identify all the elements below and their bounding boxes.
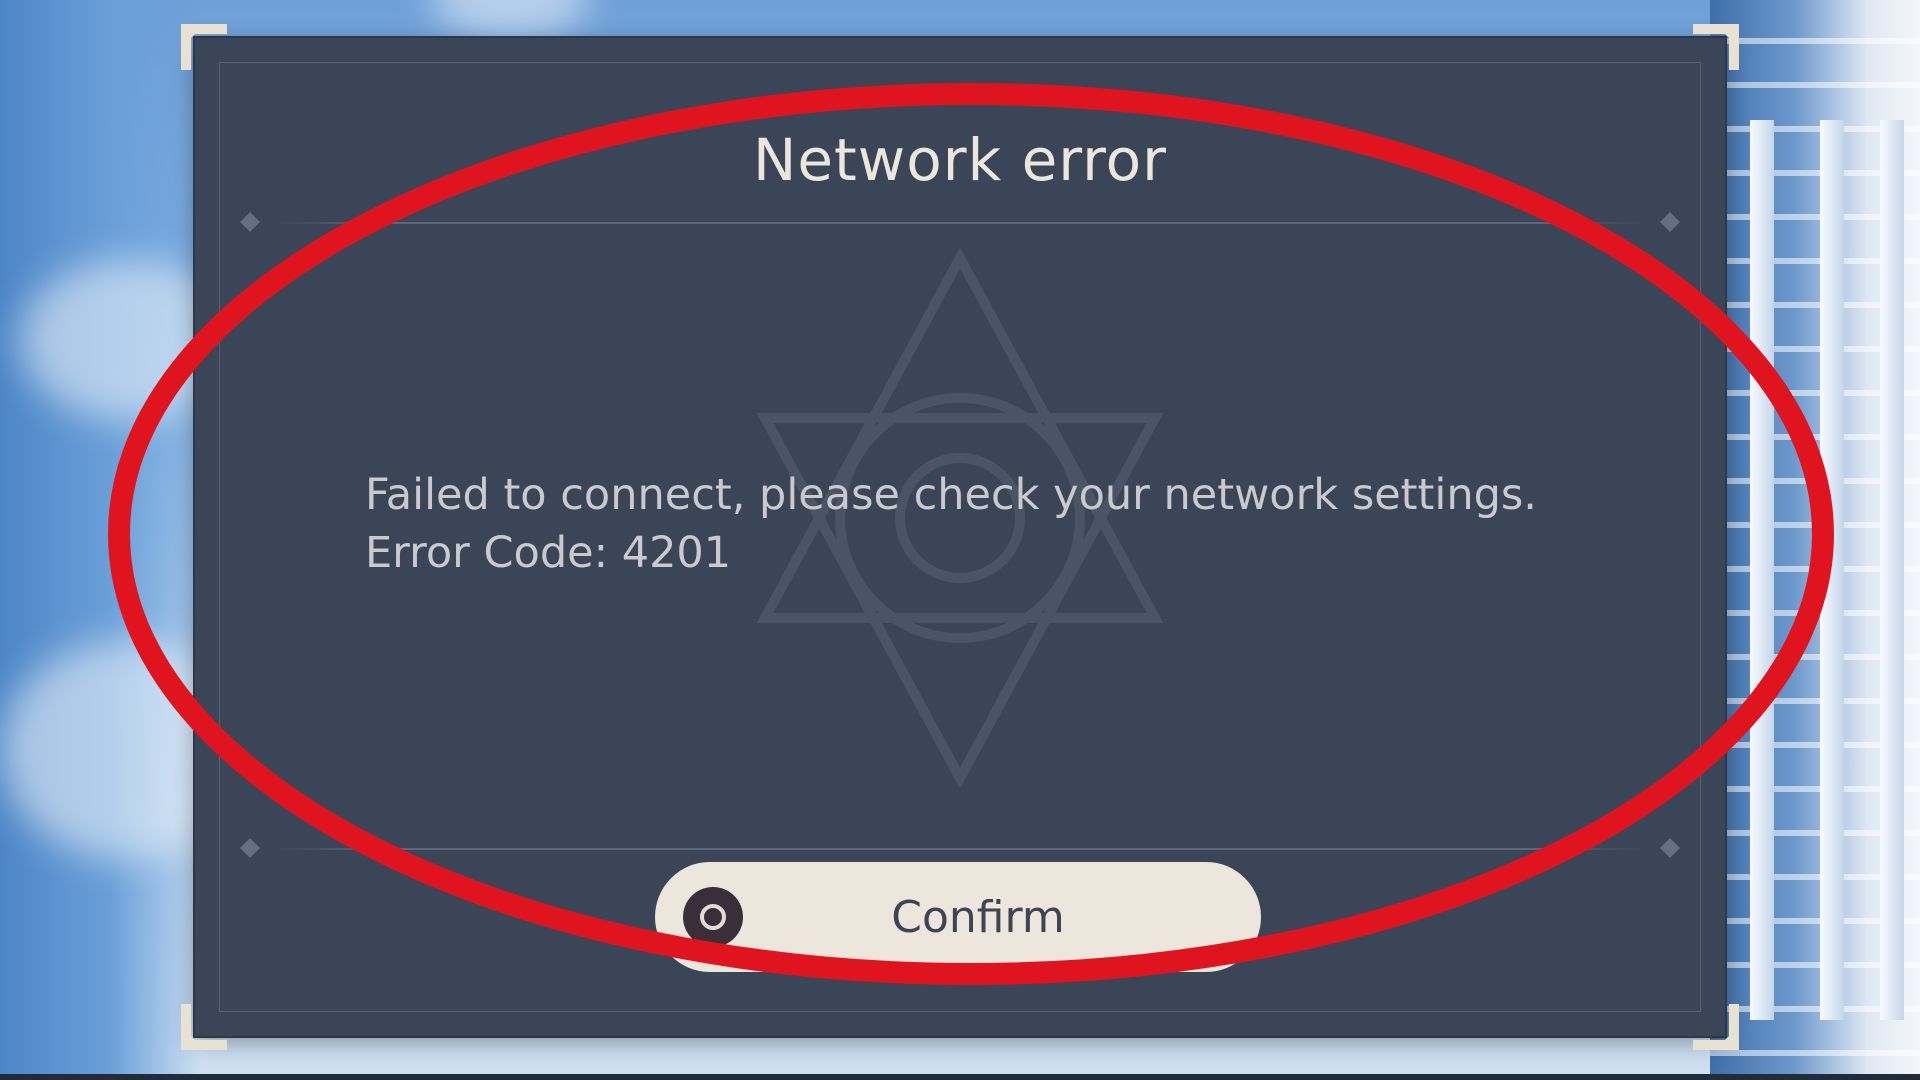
tower-pillar — [1750, 120, 1774, 1020]
tower-pillar — [1880, 120, 1904, 1020]
network-error-dialog: Network error Failed to connect, please … — [181, 24, 1725, 1036]
confirm-button[interactable]: Confirm — [655, 862, 1261, 972]
error-message: Failed to connect, please check your net… — [365, 466, 1585, 582]
confirm-label: Confirm — [891, 891, 1065, 943]
dialog-title: Network error — [752, 126, 1167, 194]
divider-bottom — [275, 848, 1645, 850]
cloud — [430, 0, 590, 40]
error-message-line: Failed to connect, please check your net… — [365, 470, 1537, 520]
divider-top — [275, 222, 1645, 224]
tower-structure — [1710, 0, 1920, 1080]
sky-left — [0, 0, 200, 1080]
error-code: Error Code: 4201 — [365, 528, 732, 578]
bottom-bar — [0, 1074, 1920, 1080]
tower-pillar — [1820, 120, 1844, 1020]
